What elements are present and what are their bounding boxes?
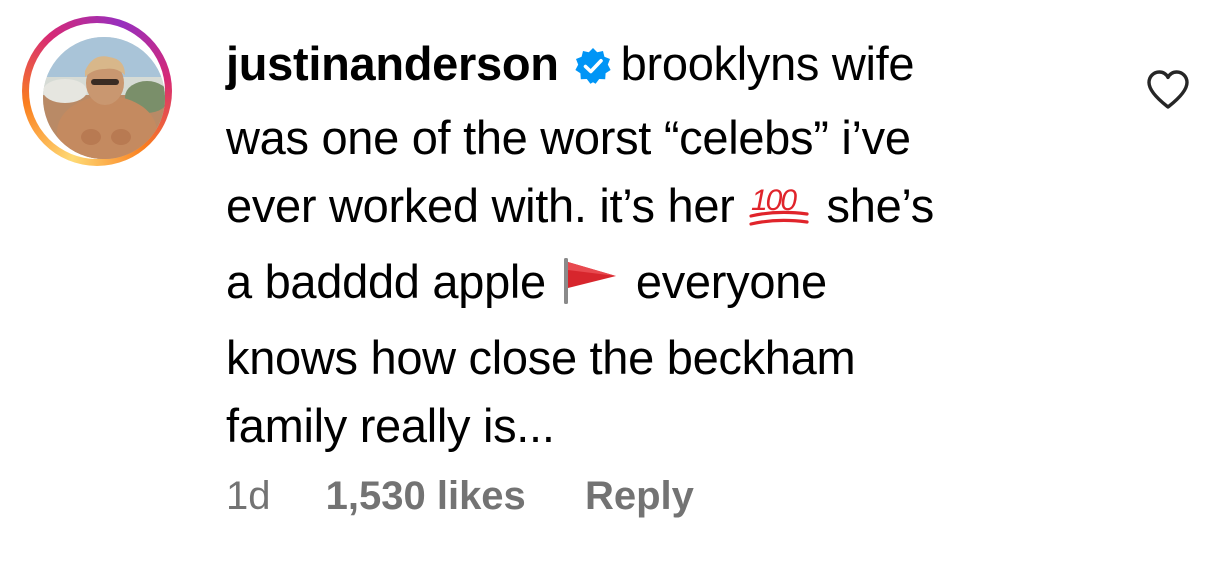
comment-text-line: brooklyns wife: [620, 37, 915, 90]
comment-meta: 1d 1,530 likes Reply: [226, 474, 694, 519]
comment-line-1: justinanderson brooklyns wife: [226, 30, 1106, 104]
avatar[interactable]: [43, 37, 165, 159]
avatar-story-ring[interactable]: [22, 16, 172, 166]
comment-line-2: was one of the worst “celebs” i’ve: [226, 104, 1106, 172]
reply-button[interactable]: Reply: [585, 474, 694, 519]
comment-line-3: ever worked with. it’s her 100 she’s: [226, 172, 1106, 248]
comment-text-line: everyone: [635, 255, 827, 308]
username-link[interactable]: justinanderson: [226, 37, 559, 90]
comment-timestamp[interactable]: 1d: [226, 474, 271, 519]
likes-count[interactable]: 1,530 likes: [326, 474, 526, 519]
comment-text-line: a badddd apple: [226, 255, 546, 308]
comment-line-5: knows how close the beckham: [226, 324, 1106, 392]
comment-text-line: ever worked with. it’s her: [226, 179, 735, 232]
comment-line-4: a badddd apple everyone: [226, 248, 1106, 324]
comment-text-line: knows how close the beckham: [226, 331, 856, 384]
hundred-points-emoji: 100: [747, 180, 811, 248]
red-flag-emoji: [558, 256, 620, 324]
comment: justinanderson brooklyns wife was one of …: [0, 0, 1232, 573]
verified-badge-icon: [573, 36, 613, 104]
comment-line-6: family really is...: [226, 392, 1106, 460]
like-heart-icon[interactable]: [1145, 68, 1191, 110]
comment-text-line: was one of the worst “celebs” i’ve: [226, 111, 911, 164]
comment-text-line: family really is...: [226, 399, 555, 452]
comment-text-line: she’s: [826, 179, 935, 232]
comment-body: justinanderson brooklyns wife was one of …: [226, 30, 1106, 460]
